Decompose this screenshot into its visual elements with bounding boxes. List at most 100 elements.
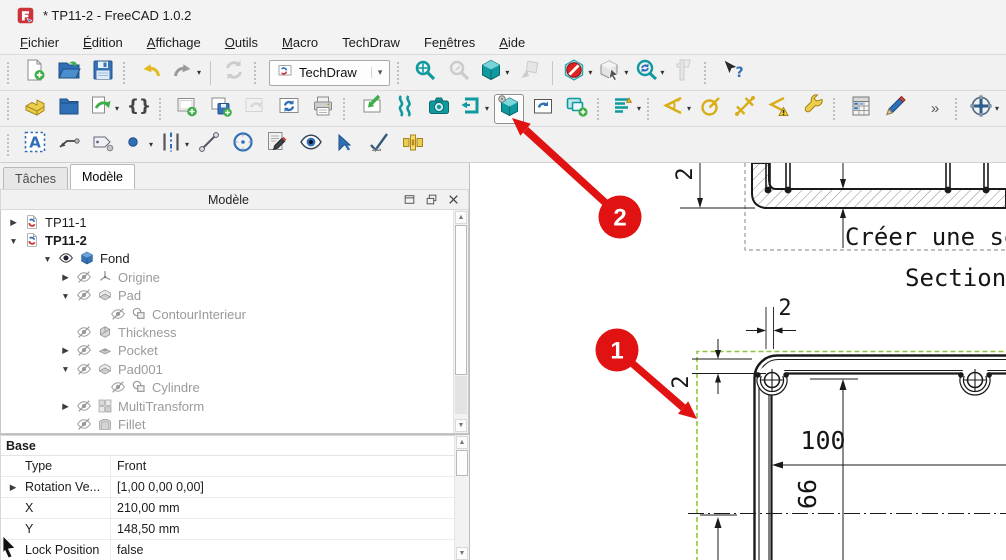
chevron-down-icon[interactable]: ▾ bbox=[149, 140, 153, 149]
toolbar-drag-handle[interactable] bbox=[7, 62, 13, 84]
tree-item-fillet[interactable]: Fillet bbox=[1, 415, 453, 433]
link-navigate-button[interactable] bbox=[514, 58, 544, 88]
chevron-down-icon[interactable]: ▾ bbox=[115, 104, 119, 113]
surface-finish-button[interactable] bbox=[364, 130, 394, 160]
whats-this-button[interactable]: ? bbox=[717, 58, 747, 88]
spreadsheet-view-button[interactable] bbox=[846, 94, 876, 124]
menu-outils[interactable]: Outils bbox=[215, 33, 268, 52]
edit-annotation-button[interactable] bbox=[262, 130, 292, 160]
view-rotation-button[interactable]: ▾ bbox=[597, 58, 629, 88]
toolbar-drag-handle[interactable] bbox=[397, 62, 403, 84]
active-view-snapshot-button[interactable] bbox=[424, 94, 454, 124]
tree-expander-icon[interactable]: ▼ bbox=[59, 291, 72, 301]
undo-button[interactable] bbox=[136, 58, 166, 88]
page-template-button[interactable] bbox=[206, 94, 236, 124]
landmark-dimension-button[interactable] bbox=[764, 94, 794, 124]
chevron-down-icon[interactable]: ▾ bbox=[660, 68, 664, 77]
tree-expander-icon[interactable]: ▶ bbox=[59, 345, 72, 356]
tree-expander-icon[interactable]: ▼ bbox=[7, 236, 20, 246]
tree-expander-icon[interactable]: ▶ bbox=[7, 217, 20, 228]
cosmetic-line-button[interactable] bbox=[194, 130, 224, 160]
menu-edition[interactable]: Édition bbox=[73, 33, 133, 52]
insert-default-page-button[interactable] bbox=[356, 94, 386, 124]
projection-group-button[interactable] bbox=[390, 94, 420, 124]
toolbar-drag-handle[interactable] bbox=[704, 62, 710, 84]
view-isometric-button[interactable]: ▾ bbox=[478, 58, 510, 88]
tree-item-pad001[interactable]: ▼Pad001 bbox=[1, 360, 453, 378]
chevron-down-icon[interactable]: ▾ bbox=[505, 68, 509, 77]
property-value[interactable]: Front bbox=[111, 456, 454, 476]
repair-dimension-button[interactable] bbox=[798, 94, 828, 124]
tree-expander-icon[interactable]: ▶ bbox=[59, 272, 72, 283]
toolbar-drag-handle[interactable] bbox=[597, 98, 603, 120]
centerline-button[interactable]: ▾ bbox=[158, 130, 190, 160]
tree-item-pocket[interactable]: ▶Pocket bbox=[1, 342, 453, 360]
label-leader-button[interactable] bbox=[88, 130, 118, 160]
navigation-cross-button[interactable]: ▾ bbox=[968, 94, 1000, 124]
weld-symbol-button[interactable] bbox=[398, 130, 428, 160]
drawing-viewport[interactable]: 2 Créer une sec Section bbox=[470, 163, 1006, 560]
chevron-down-icon[interactable]: ▾ bbox=[185, 140, 189, 149]
section-view-button[interactable]: ▾ bbox=[458, 94, 490, 124]
toolbar-drag-handle[interactable] bbox=[833, 98, 839, 120]
property-value[interactable]: [1,00 0,00 0,00] bbox=[111, 477, 454, 497]
menu-fichier[interactable]: Fichier bbox=[10, 33, 69, 52]
open-document-button[interactable] bbox=[54, 58, 84, 88]
angle-dimension-button[interactable]: ▾ bbox=[660, 94, 692, 124]
property-expander-icon[interactable]: ▶ bbox=[1, 477, 25, 497]
update-page-button[interactable] bbox=[274, 94, 304, 124]
property-value[interactable]: 148,50 mm bbox=[111, 519, 454, 539]
tree-expander-icon[interactable]: ▼ bbox=[59, 364, 72, 374]
chevron-down-icon[interactable]: ▾ bbox=[588, 68, 592, 77]
tree-item-origine[interactable]: ▶Origine bbox=[1, 268, 453, 286]
radius-dimension-button[interactable] bbox=[696, 94, 726, 124]
detail-view-button[interactable] bbox=[562, 94, 592, 124]
macro-button[interactable]: {} bbox=[124, 94, 154, 124]
fit-all-button[interactable] bbox=[410, 58, 440, 88]
sync-view-button[interactable]: ▾ bbox=[633, 58, 665, 88]
tree-item-fond[interactable]: ▼Fond bbox=[1, 250, 453, 268]
menu-macro[interactable]: Macro bbox=[272, 33, 328, 52]
toolbar-drag-handle[interactable] bbox=[343, 98, 349, 120]
tree-item-thickness[interactable]: Thickness bbox=[1, 323, 453, 341]
section-view[interactable]: 2 Créer une sec Section bbox=[673, 163, 1006, 292]
tree-expander-icon[interactable]: ▶ bbox=[59, 401, 72, 412]
fit-selection-button[interactable] bbox=[444, 58, 474, 88]
toolbar-drag-handle[interactable] bbox=[647, 98, 653, 120]
new-page-button[interactable] bbox=[172, 94, 202, 124]
top-view[interactable]: 2 2 100 bbox=[669, 296, 1006, 560]
chevron-down-icon[interactable]: ▾ bbox=[485, 104, 489, 113]
toggle-visibility-button[interactable] bbox=[296, 130, 326, 160]
measure-button[interactable] bbox=[669, 58, 699, 88]
group-folder-button[interactable] bbox=[54, 94, 84, 124]
chevron-down-icon[interactable]: ▾ bbox=[197, 68, 201, 77]
tree-item-pad[interactable]: ▼Pad bbox=[1, 287, 453, 305]
tree-item-cylindre[interactable]: Cylindre bbox=[1, 379, 453, 397]
save-document-button[interactable] bbox=[88, 58, 118, 88]
extent-dimension-button[interactable] bbox=[730, 94, 760, 124]
property-group-header[interactable]: Base bbox=[1, 436, 454, 456]
print-button[interactable] bbox=[308, 94, 338, 124]
chevron-down-icon[interactable]: ▾ bbox=[687, 104, 691, 113]
tree-item-tp11-2[interactable]: ▼TP11-2 bbox=[1, 231, 453, 249]
properties-scrollbar[interactable]: ▲ ▼ bbox=[454, 435, 469, 560]
workbench-selector[interactable]: TechDraw▾ bbox=[269, 60, 390, 86]
view-stack-button[interactable]: ▾ bbox=[610, 94, 642, 124]
tree-item-tp11-1[interactable]: ▶TP11-1 bbox=[1, 213, 453, 231]
rich-annotation-button[interactable]: A bbox=[20, 130, 50, 160]
chevron-down-icon[interactable]: ▾ bbox=[637, 104, 641, 113]
panel-close-icon[interactable] bbox=[444, 192, 462, 208]
chevron-down-icon[interactable]: ▾ bbox=[624, 68, 628, 77]
new-document-button[interactable] bbox=[20, 58, 50, 88]
chevron-down-icon[interactable]: ▾ bbox=[995, 104, 999, 113]
cosmetic-vertex-button[interactable]: ▾ bbox=[122, 130, 154, 160]
part-solid-button[interactable] bbox=[20, 94, 50, 124]
menu-techdraw[interactable]: TechDraw bbox=[332, 33, 410, 52]
insert-view-button[interactable] bbox=[494, 94, 524, 124]
project-shape-button[interactable] bbox=[528, 94, 558, 124]
leader-line-button[interactable] bbox=[54, 130, 84, 160]
tree-scrollbar[interactable]: ▲ ▼ bbox=[453, 210, 468, 433]
cursor-tool-button[interactable] bbox=[330, 130, 360, 160]
export-page-button[interactable]: ▾ bbox=[88, 94, 120, 124]
toolbar-overflow-button[interactable]: » bbox=[920, 94, 950, 124]
